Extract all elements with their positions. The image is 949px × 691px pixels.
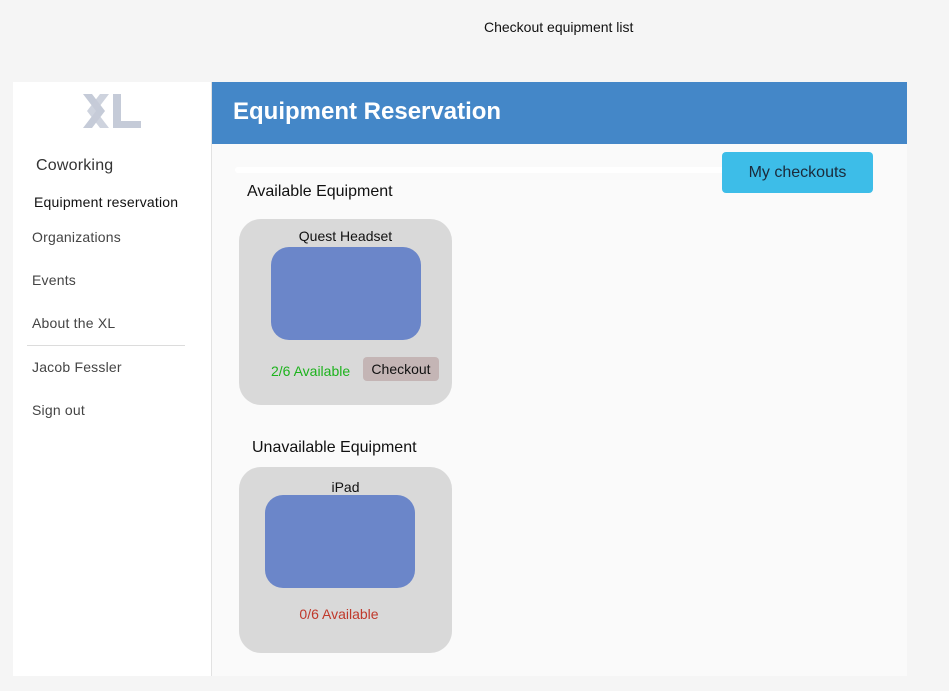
page-header: Equipment Reservation — [212, 82, 907, 144]
equipment-name: iPad — [331, 479, 360, 495]
equipment-image — [265, 495, 415, 588]
sidebar-item-user[interactable]: Jacob Fessler — [32, 359, 122, 375]
equipment-name: Quest Headset — [298, 228, 393, 244]
sidebar-divider — [27, 345, 185, 346]
sidebar: XL Coworking Equipment reservation Organ… — [13, 82, 212, 676]
sidebar-item-events[interactable]: Events — [32, 272, 76, 288]
app-frame: XL Coworking Equipment reservation Organ… — [13, 82, 907, 676]
availability-count: 0/6 Available — [299, 606, 379, 622]
sidebar-item-equipment-reservation[interactable]: Equipment reservation — [34, 194, 178, 210]
sidebar-item-about[interactable]: About the XL — [32, 315, 115, 331]
page-title: Equipment Reservation — [233, 98, 502, 125]
my-checkouts-button[interactable]: My checkouts — [722, 152, 873, 193]
equipment-image — [271, 247, 421, 340]
equipment-card-quest-headset: Quest Headset 2/6 Available Checkout — [239, 219, 452, 405]
availability-count: 2/6 Available — [271, 363, 351, 379]
equipment-card-ipad: iPad 0/6 Available — [239, 467, 452, 653]
available-equipment-heading: Available Equipment — [247, 183, 393, 200]
filter-bar[interactable] — [235, 167, 735, 173]
unavailable-equipment-heading: Unavailable Equipment — [252, 439, 417, 456]
canvas-title: Checkout equipment list — [484, 19, 634, 35]
sidebar-item-coworking[interactable]: Coworking — [36, 157, 113, 175]
xl-logo[interactable]: XL — [83, 94, 141, 128]
checkout-button[interactable]: Checkout — [363, 357, 439, 381]
sidebar-item-organizations[interactable]: Organizations — [32, 229, 121, 245]
sidebar-item-sign-out[interactable]: Sign out — [32, 402, 85, 418]
